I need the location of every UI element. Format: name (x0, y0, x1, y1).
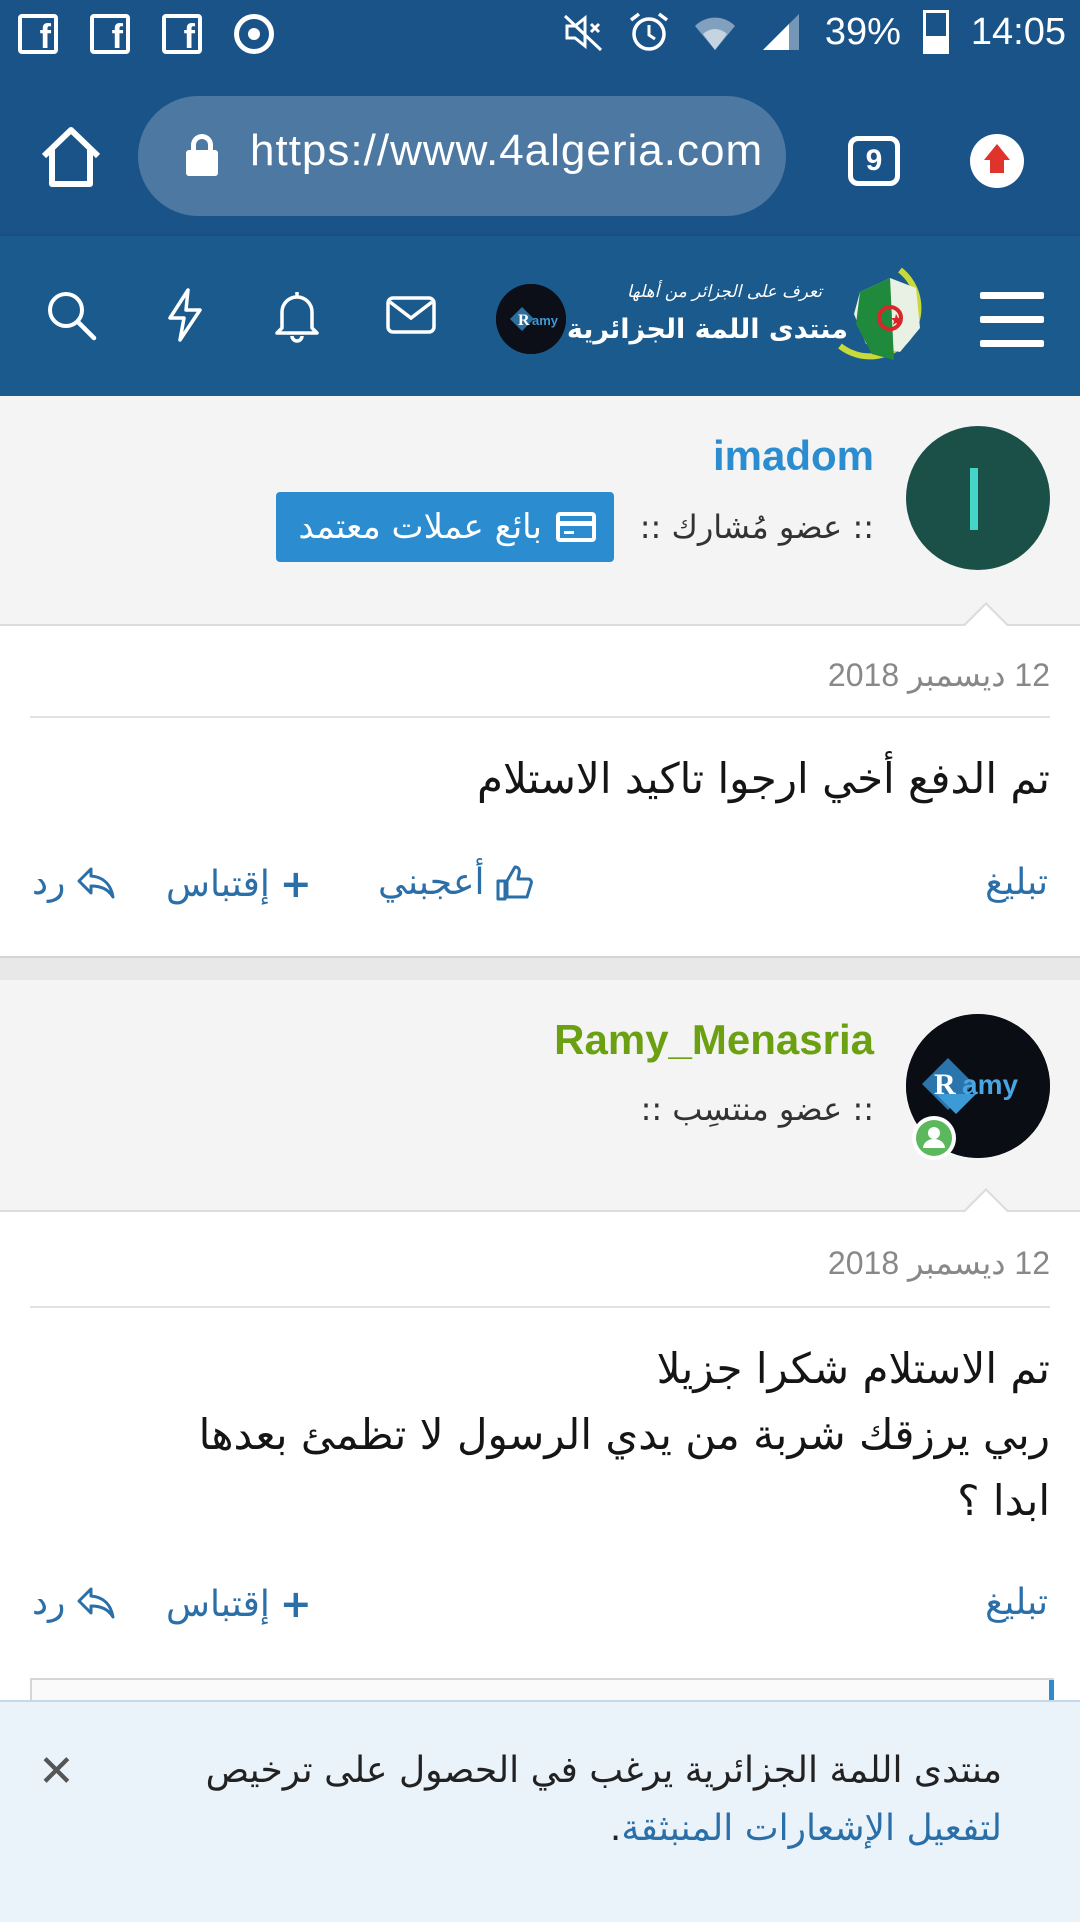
svg-text:amy: amy (962, 1069, 1018, 1100)
alarm-icon (629, 12, 668, 51)
reply-button[interactable]: رد (32, 1582, 117, 1623)
user-online-icon (916, 1120, 952, 1156)
envelope-icon[interactable] (382, 286, 440, 344)
svg-text:R: R (518, 312, 530, 329)
notice-message: منتدى اللمة الجزائرية يرغب في الحصول على… (205, 1750, 1002, 1791)
post-date[interactable]: 12 ديسمبر 2018 (828, 1244, 1050, 1282)
lock-icon (186, 134, 218, 176)
notice-text: منتدى اللمة الجزائرية يرغب في الحصول على… (102, 1742, 1002, 1858)
post-username[interactable]: Ramy_Menasria (554, 1016, 874, 1064)
close-icon[interactable]: ✕ (38, 1746, 75, 1797)
post-header: Ramy_Menasria :: عضو منتسِب :: R amy (0, 980, 1080, 1213)
facebook-icon: f (18, 14, 58, 56)
thumbs-up-icon (496, 865, 534, 900)
header-caret (962, 602, 1010, 627)
reply-icon (77, 1587, 115, 1618)
logo-name: منتدى اللمة الجزائرية (566, 314, 848, 345)
seller-badge-label: بائع عملات معتمد (298, 507, 542, 547)
online-badge (912, 1116, 956, 1160)
post-separator (0, 956, 1080, 982)
like-button[interactable]: أعجبني (378, 862, 534, 903)
notice-period: . (609, 1808, 622, 1849)
report-link[interactable]: تبليغ (985, 862, 1048, 903)
url-bar[interactable]: https://www.4algeria.com (138, 96, 786, 216)
plus-icon: + (279, 1582, 312, 1626)
post-avatar[interactable] (906, 426, 1050, 570)
like-label: أعجبني (378, 862, 485, 903)
signal-icon (762, 14, 799, 50)
tab-switcher-button[interactable]: 9 (848, 136, 900, 186)
quote-button[interactable]: + إقتباس (166, 1582, 312, 1626)
browser-toolbar: https://www.4algeria.com 9 (0, 78, 1080, 236)
reply-button[interactable]: رد (32, 862, 117, 903)
quote-button[interactable]: + إقتباس (166, 862, 312, 906)
site-logo[interactable]: تعرف على الجزائر من أهلها منتدى اللمة ال… (567, 264, 940, 372)
report-label: تبليغ (985, 862, 1048, 903)
post-body-line: تم الاستلام شكرا جزيلا (656, 1344, 1050, 1393)
avatar-letter (970, 468, 978, 530)
user-avatar[interactable]: R amy (496, 284, 566, 354)
post-body-line: تم الدفع أخي ارجوا تاكيد الاستلام (476, 754, 1050, 803)
lightning-icon[interactable] (156, 286, 214, 344)
report-label: تبليغ (985, 1582, 1048, 1623)
menu-icon[interactable] (980, 292, 1044, 348)
post-header: imadom :: عضو مُشارك :: بائع عملات معتمد (0, 396, 1080, 627)
update-arrow-icon[interactable] (970, 134, 1024, 188)
report-link[interactable]: تبليغ (985, 1582, 1048, 1623)
divider (30, 1306, 1050, 1308)
post-body-line: ربي يرزقك شربة من يدي الرسول لا تظمئ بعد… (198, 1410, 1050, 1459)
facebook-icon: f (162, 14, 202, 56)
post-body-line: ابدا ؟ (957, 1476, 1050, 1525)
site-header: R amy تعرف على الجزائر من أهلها منتدى ال… (0, 236, 1080, 396)
quote-label: إقتباس (166, 1583, 270, 1625)
reply-icon (77, 867, 115, 898)
wifi-icon (694, 17, 735, 50)
mute-icon (563, 14, 602, 52)
clock: 14:05 (970, 10, 1066, 53)
bell-icon[interactable] (268, 286, 326, 344)
post-body: تم الدفع أخي ارجوا تاكيد الاستلام (477, 746, 1050, 812)
url-text[interactable]: https://www.4algeria.com (250, 126, 770, 186)
reply-label: رد (32, 1582, 66, 1623)
post-date[interactable]: 12 ديسمبر 2018 (828, 656, 1050, 694)
battery-percent: 39% (824, 10, 901, 53)
svg-text:R: R (934, 1068, 956, 1101)
logo-tagline: تعرف على الجزائر من أهلها (627, 282, 822, 302)
header-caret (962, 1188, 1010, 1213)
battery-icon (922, 10, 949, 54)
seller-badge: بائع عملات معتمد (276, 492, 614, 562)
member-title: :: عضو منتسِب :: (640, 1090, 874, 1128)
credit-card-icon (556, 512, 596, 542)
post-username[interactable]: imadom (713, 432, 874, 480)
reply-label: رد (32, 862, 66, 903)
status-bar: f f f 39% 14:05 (0, 0, 1080, 78)
svg-text:amy: amy (532, 313, 559, 328)
chrome-icon (234, 14, 274, 54)
post-body: تم الاستلام شكرا جزيلا ربي يرزقك شربة من… (199, 1336, 1050, 1534)
divider (30, 716, 1050, 718)
facebook-icon: f (90, 14, 130, 56)
push-notice-banner: ✕ منتدى اللمة الجزائرية يرغب في الحصول ع… (0, 1700, 1080, 1922)
search-icon[interactable] (42, 286, 100, 344)
home-icon[interactable] (36, 122, 106, 192)
enable-notifications-link[interactable]: لتفعيل الإشعارات المنبثقة (621, 1808, 1002, 1849)
quote-label: إقتباس (166, 863, 270, 905)
member-title: :: عضو مُشارك :: (639, 508, 874, 546)
plus-icon: + (279, 862, 312, 906)
